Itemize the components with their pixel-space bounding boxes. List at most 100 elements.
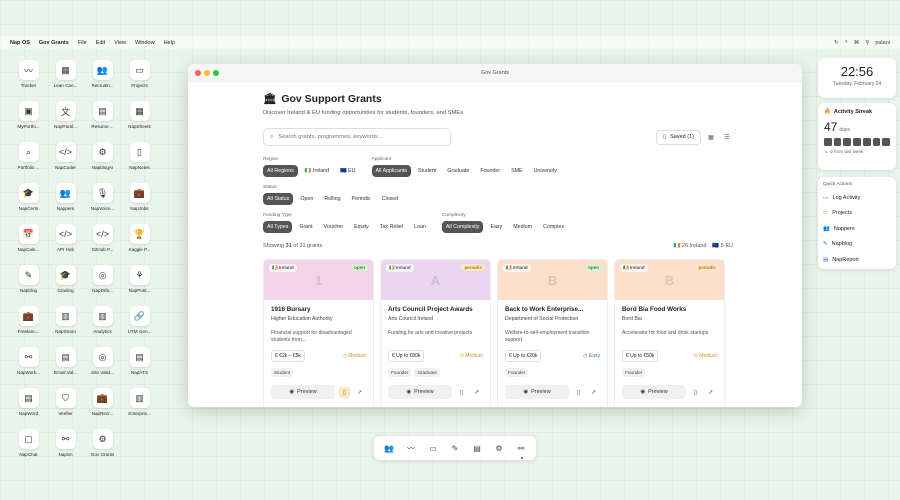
desktop-icon[interactable]: ▥ Enterpris... [121,388,158,429]
filter-chip[interactable]: Student [414,165,440,177]
bookmark-button[interactable]: ▯ [573,387,584,398]
list-view-icon[interactable]: ☰ [721,131,733,143]
desktop-icon[interactable]: 💼 NapJobs [121,183,158,224]
grant-card[interactable]: 🇮🇪 Ireland periodic B Bord Bia Food Work… [614,259,725,407]
quick-action-log-activity[interactable]: 〰 Log Activity [823,190,891,206]
desktop-icon[interactable]: ▤ NapATS [121,347,158,388]
saved-button[interactable]: ▯ Saved (1) [656,129,701,145]
user-icon[interactable]: ⚲ [865,40,869,46]
quick-action-projects[interactable]: ▭ Projects [823,206,891,222]
desktop-icon[interactable]: ▭ Projects [121,60,158,101]
desktop-icon[interactable]: ▣ MyPortfo... [10,101,47,142]
filter-chip[interactable]: University [530,165,561,177]
filter-chip[interactable]: Periodic [348,193,375,205]
dock-app-icon[interactable]: 👥 [382,444,396,453]
desktop-icon[interactable]: </> API Hub [47,224,84,265]
desktop-icon[interactable]: ✎ Napblog [10,265,47,306]
filter-chip[interactable]: All Status [263,193,294,205]
desktop-icon[interactable]: 👥 Recruitin... [84,60,121,101]
filter-chip[interactable]: SME [507,165,526,177]
quick-action-napreport[interactable]: ▤ NapReport [823,252,891,268]
search-input[interactable]: ⌕ Search grants, programmes, keywords... [263,128,451,146]
preview-button[interactable]: ◉ Preview [505,385,569,399]
desktop-icon[interactable]: ▤ NapWord [10,388,47,429]
grant-card[interactable]: 🇮🇪 Ireland periodic A Arts Council Proje… [380,259,491,407]
desktop-icon[interactable]: 💼 Freelanc... [10,306,47,347]
desktop-icon[interactable]: 🏆 Kaggle P... [121,224,158,265]
desktop-icon[interactable]: ⚯ NapSn [47,429,84,470]
filter-chip[interactable]: Tax Relief [376,221,407,233]
external-link-icon[interactable]: ↗ [705,387,716,398]
external-link-icon[interactable]: ↗ [471,387,482,398]
desktop-icon[interactable]: ▥ Analytics [84,306,121,347]
desktop-icon[interactable]: 👥 Nappers [47,183,84,224]
filter-chip[interactable]: Medium [509,221,536,233]
quick-action-nappers[interactable]: 👥 Nappers [823,221,891,237]
filter-chip[interactable]: 🇪🇺 EU [336,165,359,177]
filter-chip[interactable]: Equity [350,221,373,233]
desktop-icon[interactable]: ▤ Resume ... [84,101,121,142]
grant-card[interactable]: 🇮🇪 Ireland open 1 1916 Bursary Higher Ed… [263,259,374,407]
desktop-icon[interactable]: ⚘ NapPost... [121,265,158,306]
menu-app-title[interactable]: Gov Grants [39,40,69,46]
menu-app-name[interactable]: Nap OS [10,40,30,46]
filter-chip[interactable]: Founder [476,165,504,177]
preview-button[interactable]: ◉ Preview [622,385,686,399]
search-icon[interactable]: ⌕ [845,39,848,46]
external-link-icon[interactable]: ↗ [354,387,365,398]
desktop-icon[interactable]: ▤ Email Val... [47,347,84,388]
menu-file[interactable]: File [78,40,87,46]
desktop-icon[interactable]: 🎙 NapVoice... [84,183,121,224]
menu-window[interactable]: Window [135,40,155,46]
desktop-icon[interactable]: </> GitHub P... [84,224,121,265]
grant-card[interactable]: 🇮🇪 Ireland open B Back to Work Enterpris… [497,259,608,407]
filter-chip[interactable]: Graduate [443,165,473,177]
preview-button[interactable]: ◉ Preview [388,385,452,399]
desktop-icon[interactable]: ◎ NapDrib... [84,265,121,306]
refresh-icon[interactable]: ↻ [834,40,839,46]
external-link-icon[interactable]: ↗ [588,387,599,398]
desktop-icon[interactable]: ▥ NapStrom [47,306,84,347]
grid-view-icon[interactable]: ▦ [705,131,717,143]
quick-action-napblog[interactable]: ✎ Napblog [823,237,891,253]
filter-chip[interactable]: Closed [378,193,403,205]
desktop-icon[interactable]: ▢ NapChat [10,429,47,470]
menu-help[interactable]: Help [164,40,175,46]
desktop-icon[interactable]: 🎓 Grading [47,265,84,306]
window-titlebar[interactable]: Gov Grants [188,64,802,82]
desktop-icon[interactable]: ⛉ Verifier [47,388,84,429]
dock-app-icon[interactable]: ✎ [448,444,462,453]
desktop-icon[interactable]: 📅 NapCale... [10,224,47,265]
filter-chip[interactable]: 🇮🇪 Ireland [301,165,333,177]
desktop-icon[interactable]: ▯ NapNotes [121,142,158,183]
dock-app-icon[interactable]: ▤ [470,444,484,453]
desktop-icon[interactable]: ◎ Site Valid... [84,347,121,388]
desktop-icon[interactable]: ▦ NapSheets [121,101,158,142]
desktop-icon[interactable]: ⚙ NapblogAI [84,142,121,183]
desktop-icon[interactable]: 文 NapParal... [47,101,84,142]
desktop-icon[interactable]: </> NapCoder [47,142,84,183]
filter-chip[interactable]: All Types [263,221,293,233]
filter-chip[interactable]: All Complexity [441,221,484,233]
bookmark-button[interactable]: ▯ [456,387,467,398]
dock-app-icon[interactable]: 〰 [404,443,418,454]
desktop-icon[interactable]: 💼 NapRecr... [84,388,121,429]
bookmark-button[interactable]: ▯ [339,386,350,398]
menu-view[interactable]: View [114,40,126,46]
bookmark-button[interactable]: ▯ [690,387,701,398]
filter-chip[interactable]: Grant [295,221,316,233]
filter-chip[interactable]: All Regions [263,165,298,177]
desktop-icon[interactable]: ⌕ Portfolio ... [10,142,47,183]
keyboard-icon[interactable]: ⌘ [854,40,860,46]
filter-chip[interactable]: Voucher [320,221,347,233]
dock-app-icon[interactable]: ⚯ [514,444,528,453]
desktop-icon[interactable]: 〰 Tracker [10,60,47,101]
preview-button[interactable]: ◉ Preview [271,385,335,399]
dock-app-icon[interactable]: ▭ [426,444,440,453]
desktop-icon[interactable]: 🎓 NapCerts [10,183,47,224]
filter-chip[interactable]: Loan [410,221,430,233]
filter-chip[interactable]: Complex [539,221,568,233]
desktop-icon[interactable]: ⚯ NapWork... [10,347,47,388]
filter-chip[interactable]: Rolling [320,193,344,205]
menu-edit[interactable]: Edit [96,40,105,46]
